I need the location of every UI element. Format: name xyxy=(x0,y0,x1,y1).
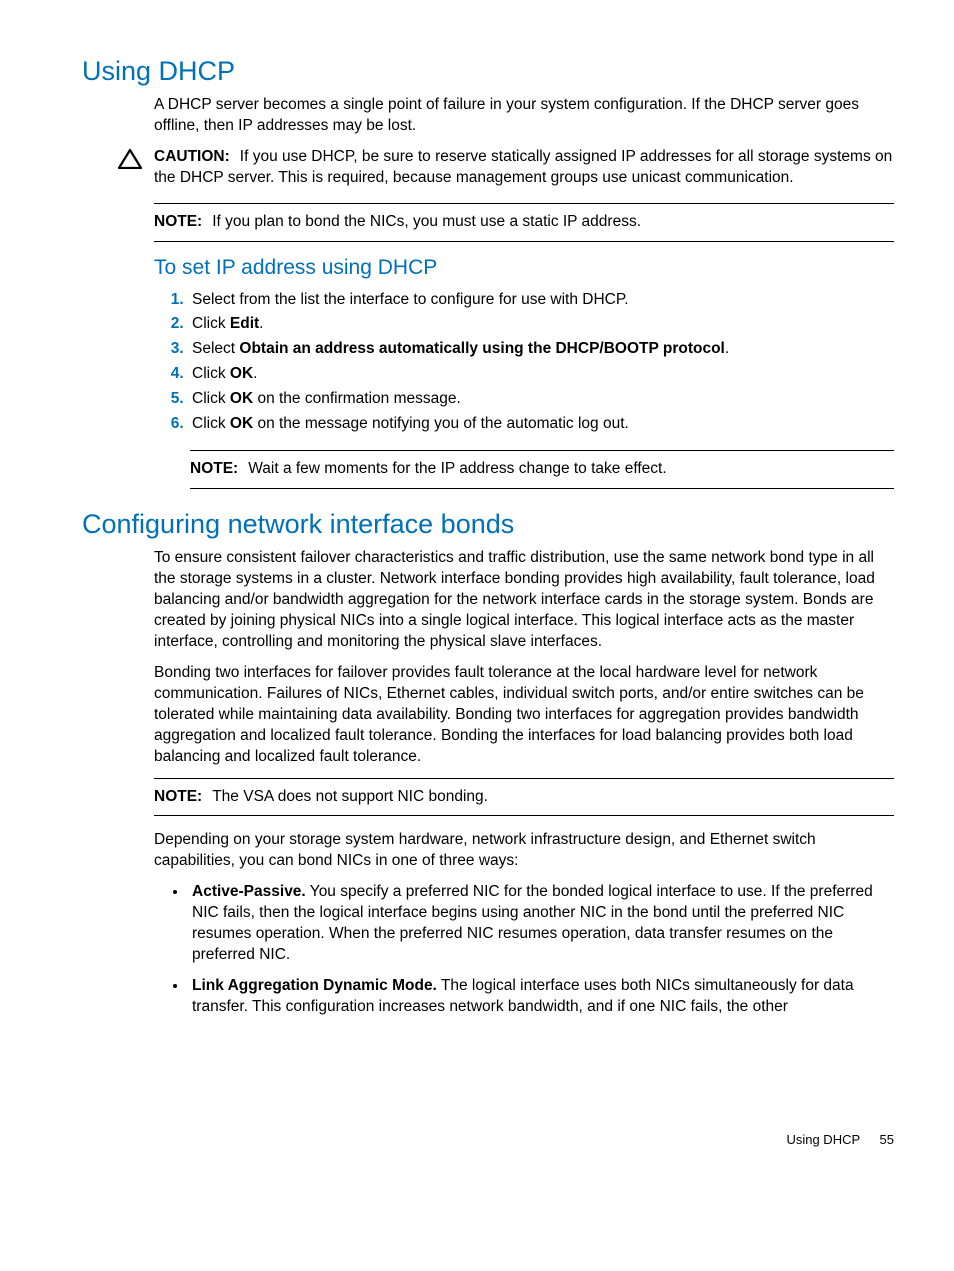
step-1: Select from the list the interface to co… xyxy=(188,288,894,313)
ok-label: OK xyxy=(230,390,253,407)
caution-label: CAUTION: xyxy=(154,148,230,165)
step-2: Click Edit. xyxy=(188,312,894,337)
note-text: If you plan to bond the NICs, you must u… xyxy=(212,213,641,230)
ok-label: OK xyxy=(230,415,253,432)
step-text: Click xyxy=(192,415,230,432)
bonds-p1: To ensure consistent failover characteri… xyxy=(154,548,894,653)
step-text: Click xyxy=(192,365,230,382)
step-text: . xyxy=(725,340,729,357)
step-text: Select xyxy=(192,340,239,357)
heading-set-ip-dhcp: To set IP address using DHCP xyxy=(154,256,894,280)
subsection: To set IP address using DHCP xyxy=(154,256,894,280)
step-text: Click xyxy=(192,390,230,407)
step-text: on the message notifying you of the auto… xyxy=(253,415,629,432)
edit-label: Edit xyxy=(230,315,259,332)
note-label: NOTE: xyxy=(154,213,202,230)
step-text: . xyxy=(259,315,263,332)
bond-types-list: Active-Passive. You specify a preferred … xyxy=(154,882,894,1018)
page-footer: Using DHCP 55 xyxy=(786,1132,894,1147)
intro-paragraph: A DHCP server becomes a single point of … xyxy=(154,95,894,137)
page: Using DHCP A DHCP server becomes a singl… xyxy=(0,0,954,1175)
note-label: NOTE: xyxy=(190,460,238,477)
note-block-3: NOTE: The VSA does not support NIC bondin… xyxy=(154,778,894,817)
step-4: Click OK. xyxy=(188,362,894,387)
bonds-p2: Bonding two interfaces for failover prov… xyxy=(154,663,894,768)
intro-block: A DHCP server becomes a single point of … xyxy=(154,95,894,137)
bonds-p3-block: Depending on your storage system hardwar… xyxy=(154,830,894,872)
note-text: Wait a few moments for the IP address ch… xyxy=(248,460,666,477)
note-block-2: NOTE: Wait a few moments for the IP addre… xyxy=(190,450,894,489)
note-text: The VSA does not support NIC bonding. xyxy=(212,788,488,805)
caution-triangle-icon xyxy=(118,149,142,169)
step-5: Click OK on the confirmation message. xyxy=(188,387,894,412)
note-block-1: NOTE: If you plan to bond the NICs, you m… xyxy=(154,203,894,242)
caution-block: CAUTION:If you use DHCP, be sure to rese… xyxy=(118,147,894,189)
bonds-p3: Depending on your storage system hardwar… xyxy=(154,830,894,872)
obtain-address-label: Obtain an address automatically using th… xyxy=(239,340,724,357)
bullet-link-aggregation: Link Aggregation Dynamic Mode. The logic… xyxy=(188,976,894,1018)
caution-text: CAUTION:If you use DHCP, be sure to rese… xyxy=(154,147,894,189)
step-text: on the confirmation message. xyxy=(253,390,461,407)
link-aggregation-label: Link Aggregation Dynamic Mode. xyxy=(192,977,437,994)
step-3: Select Obtain an address automatically u… xyxy=(188,337,894,362)
active-passive-label: Active-Passive. xyxy=(192,883,306,900)
bonds-intro: To ensure consistent failover characteri… xyxy=(154,548,894,767)
step-text: Click xyxy=(192,315,230,332)
page-number: 55 xyxy=(880,1132,894,1147)
note-label: NOTE: xyxy=(154,788,202,805)
bullet-active-passive: Active-Passive. You specify a preferred … xyxy=(188,882,894,966)
step-6: Click OK on the message notifying you of… xyxy=(188,412,894,437)
step-text: . xyxy=(253,365,257,382)
ok-label: OK xyxy=(230,365,253,382)
heading-configuring-bonds: Configuring network interface bonds xyxy=(82,509,894,540)
heading-using-dhcp: Using DHCP xyxy=(82,56,894,87)
steps-list: Select from the list the interface to co… xyxy=(154,288,894,437)
caution-body: If you use DHCP, be sure to reserve stat… xyxy=(154,148,892,186)
footer-section: Using DHCP xyxy=(786,1132,859,1147)
